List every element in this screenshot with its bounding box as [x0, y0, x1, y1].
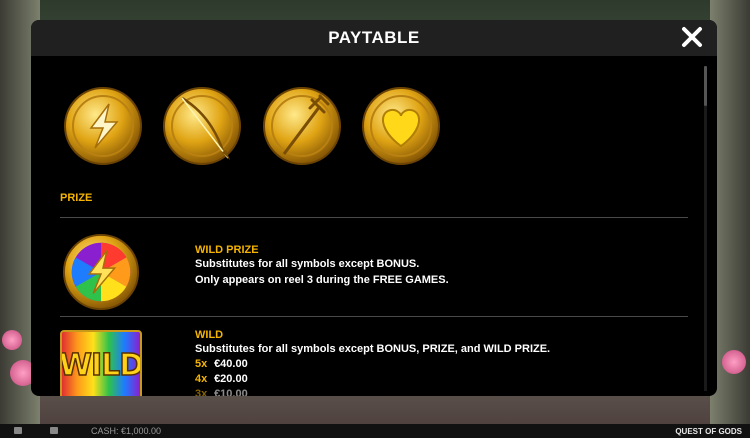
- flower-decoration: [722, 350, 746, 374]
- paytable-dialog: PAYTABLE PRIZE WILD PRIZE Substitutes fo…: [31, 20, 717, 396]
- dialog-header: PAYTABLE: [31, 20, 717, 56]
- bow-coin-icon: [163, 87, 241, 165]
- trident-coin-icon: [263, 87, 341, 165]
- wild-icon-text: WILD: [60, 347, 142, 384]
- settings-icon[interactable]: [50, 427, 58, 434]
- divider: [60, 217, 688, 218]
- lightning-coin-icon: [64, 87, 142, 165]
- wild-prize-line1: Substitutes for all symbols except BONUS…: [195, 258, 420, 270]
- pay-amount: €40.00: [214, 358, 248, 370]
- pay-amount: €20.00: [214, 373, 248, 385]
- pay-row: 3x €10.00: [195, 387, 550, 396]
- sound-icon[interactable]: [14, 427, 22, 434]
- cash-balance: CASH: €1,000.00: [91, 426, 162, 436]
- pay-multiplier: 3x: [195, 388, 208, 396]
- wild-icon: WILD: [60, 330, 142, 396]
- pay-row: 5x €40.00: [195, 357, 550, 372]
- heart-coin-icon: [362, 87, 440, 165]
- wild-prize-icon: [62, 233, 140, 311]
- close-button[interactable]: [679, 24, 705, 50]
- prize-label: PRIZE: [60, 192, 93, 204]
- pay-multiplier: 4x: [195, 373, 208, 385]
- wild-prize-info: WILD PRIZE Substitutes for all symbols e…: [195, 244, 449, 288]
- wild-prize-line2: Only appears on reel 3 during the FREE G…: [195, 274, 449, 286]
- pay-amount: €10.00: [214, 388, 248, 396]
- pay-row: 4x €20.00: [195, 372, 550, 387]
- game-name: QUEST OF GODS: [675, 426, 742, 436]
- wild-prize-title: WILD PRIZE: [195, 244, 259, 256]
- pay-multiplier: 5x: [195, 358, 208, 370]
- wild-title: WILD: [195, 329, 224, 341]
- flower-decoration: [2, 330, 22, 350]
- scrollbar-track[interactable]: [704, 66, 707, 391]
- scrollbar-thumb[interactable]: [704, 66, 707, 106]
- wild-info: WILD Substitutes for all symbols except …: [195, 329, 550, 396]
- bottom-bar: CASH: €1,000.00 QUEST OF GODS: [0, 424, 750, 438]
- close-icon: [682, 27, 702, 47]
- divider: [60, 316, 688, 317]
- wild-description: Substitutes for all symbols except BONUS…: [195, 343, 551, 355]
- dialog-title: PAYTABLE: [328, 28, 420, 47]
